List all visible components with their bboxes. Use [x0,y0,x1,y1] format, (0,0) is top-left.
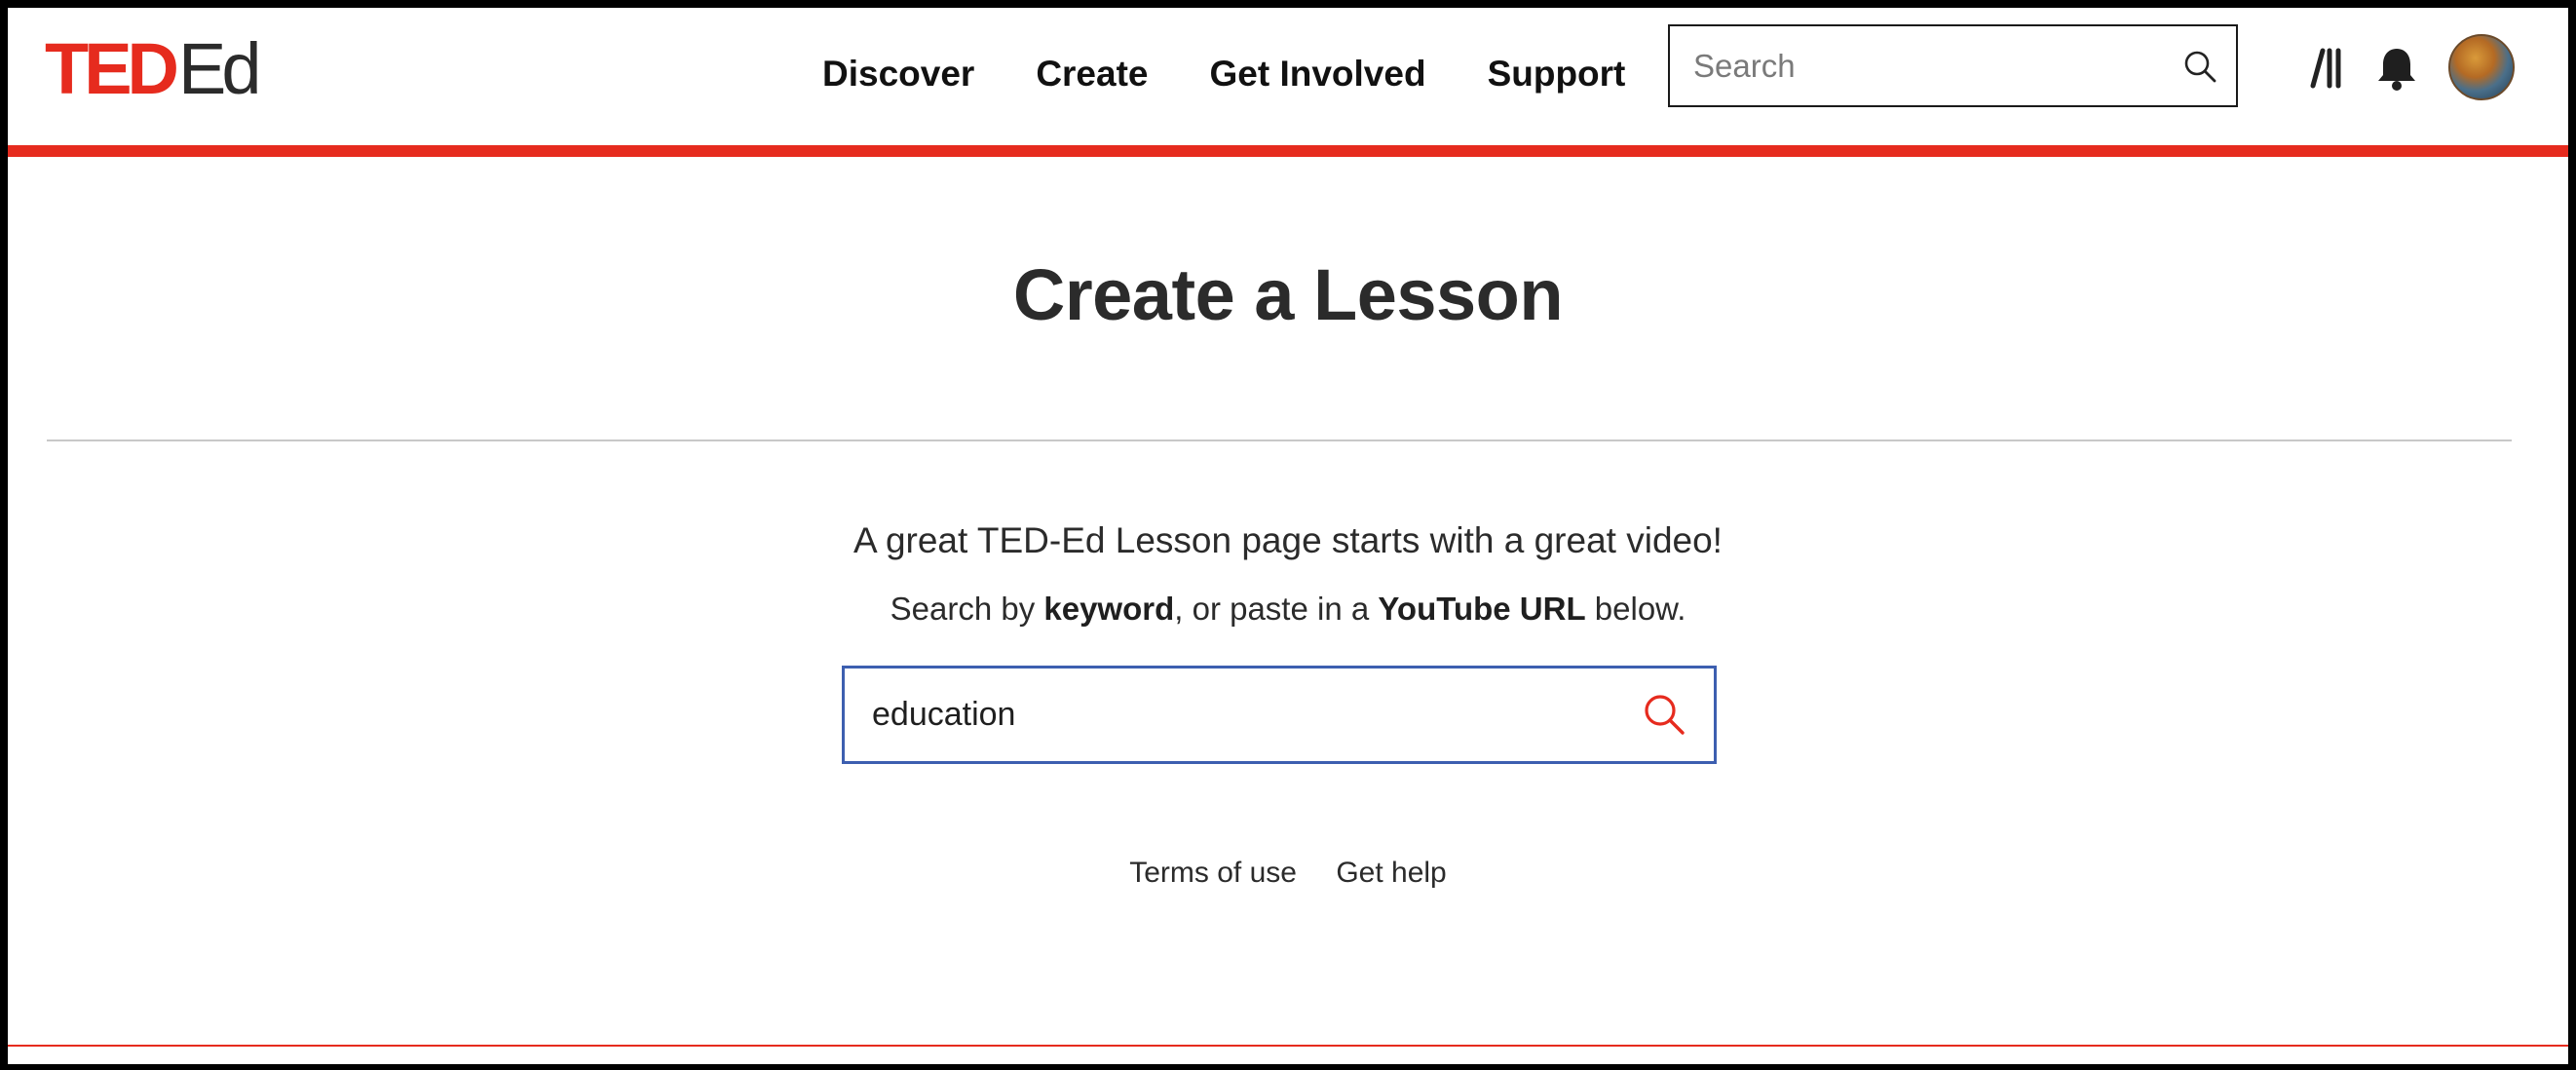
header-search-input[interactable] [1693,26,2161,105]
footer-links: Terms of use Get help [8,857,2568,890]
bottom-rule [8,1045,2568,1047]
nav-get-involved[interactable]: Get Involved [1210,54,1426,95]
instruction-text: Search by keyword, or paste in a YouTube… [8,591,2568,628]
page-frame: TEDEd Discover Create Get Involved Suppo… [8,8,2568,1064]
search-icon[interactable] [1642,692,1686,737]
main-nav: Discover Create Get Involved Support [822,45,1625,103]
instruction-suffix: below. [1585,591,1686,627]
get-help-link[interactable]: Get help [1336,857,1446,889]
bell-icon[interactable] [2375,45,2418,92]
avatar[interactable] [2448,34,2515,100]
instruction-middle: , or paste in a [1174,591,1379,627]
ted-ed-logo[interactable]: TEDEd [45,33,261,105]
lesson-search-box [842,666,1717,764]
terms-of-use-link[interactable]: Terms of use [1129,857,1297,889]
instruction-youtube: YouTube URL [1378,591,1586,627]
nav-support[interactable]: Support [1488,54,1626,95]
header-accent-bar [8,145,2568,157]
lesson-search-input[interactable] [872,669,1632,761]
logo-ted: TED [45,28,179,109]
divider [47,439,2512,441]
site-header: TEDEd Discover Create Get Involved Suppo… [8,8,2568,157]
logo-ed: Ed [178,28,261,109]
library-icon[interactable] [2299,47,2342,90]
nav-discover[interactable]: Discover [822,54,974,95]
instruction-keyword: keyword [1043,591,1175,627]
page-title: Create a Lesson [1012,254,1564,335]
header-search-box [1668,24,2238,107]
search-icon[interactable] [2181,48,2218,85]
instruction-prefix: Search by [890,591,1044,627]
intro-text: A great TED-Ed Lesson page starts with a… [853,520,1723,560]
nav-create[interactable]: Create [1036,54,1148,95]
